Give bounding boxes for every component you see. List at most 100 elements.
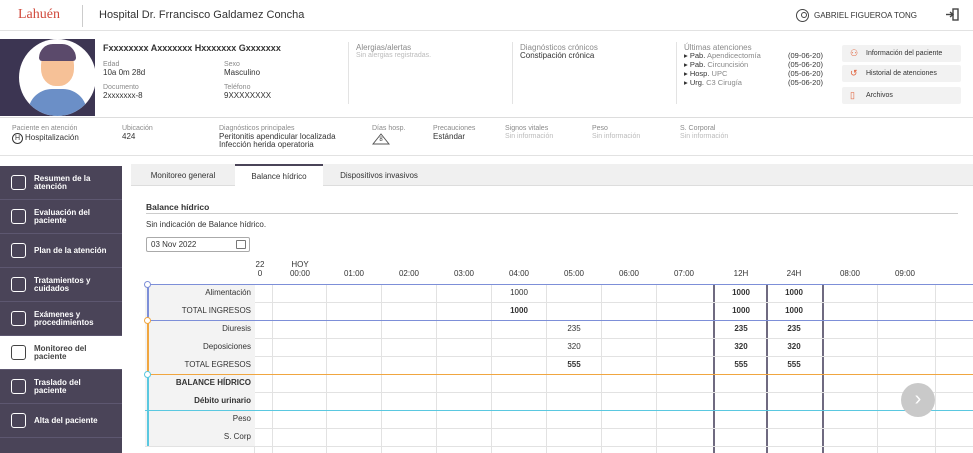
column-header: 01:00 (343, 269, 365, 278)
table-cell[interactable]: 235 (547, 320, 601, 338)
sidebar-item-examenes[interactable]: Exámenes y procedimientos (0, 302, 122, 336)
table-cell[interactable]: 1000 (492, 302, 546, 320)
tab-dispositivos-invasivos[interactable]: Dispositivos invasivos (323, 164, 435, 186)
table-cell[interactable]: 235 (767, 320, 821, 338)
chevron-right-icon[interactable]: › (901, 383, 935, 417)
allergies-section: Alergias/alertas Sin alergias registrada… (356, 43, 432, 60)
tab-bar: Monitoreo general Balance hídrico Dispos… (131, 164, 973, 187)
table-cell[interactable]: 1000 (767, 302, 821, 320)
sidebar-item-monitoreo[interactable]: Monitoreo del paciente (0, 336, 122, 370)
history-button[interactable]: ↺ Historial de atenciones (842, 65, 961, 82)
location: Ubicación 424 (122, 125, 153, 141)
evaluacion-icon (11, 209, 26, 224)
sidebar-item-evaluacion[interactable]: Evaluación del paciente (0, 200, 122, 234)
precautions: Precauciones Estándar (433, 125, 476, 141)
traslado-icon (11, 379, 26, 394)
balance-table: 22 0 HOY 00:00 01:00 02:00 03:00 04:00 05:00 06:0… (144, 258, 973, 453)
sidebar-item-resumen[interactable]: Resumen de la atención (0, 166, 122, 200)
date-picker[interactable]: 03 Nov 2022 (146, 237, 250, 252)
sidebar-item-traslado[interactable]: Traslado del paciente (0, 370, 122, 404)
row-label: Alimentación (145, 284, 255, 302)
table-cell[interactable]: 320 (767, 338, 821, 356)
table-cell[interactable]: 1000 (767, 284, 821, 302)
row-label: Débito urinario (145, 392, 255, 410)
recent-visits-section: Últimas atenciones ▸ Pab. Apendicectomía… (684, 44, 834, 88)
body-surface: S. Corporal Sin información (680, 125, 729, 140)
divider (676, 42, 677, 104)
hospital-days: Días hosp. 8 (372, 125, 406, 145)
calendar-icon[interactable] (236, 240, 246, 249)
tratamientos-icon (11, 277, 26, 292)
no-indication-note: Sin indicación de Balance hídrico. (146, 220, 267, 229)
table-cell[interactable]: 555 (767, 356, 821, 374)
weight: Peso Sin información (592, 125, 641, 140)
phone-field: Teléfono 9XXXXXXXX (224, 84, 272, 100)
column-header: 02:00 (398, 269, 420, 278)
sidebar-nav: Resumen de la atención Evaluación del pac… (0, 166, 122, 453)
divider (512, 42, 513, 104)
main-diagnoses: Diagnósticos principales Peritonitis ape… (219, 125, 336, 149)
row-label: TOTAL INGRESOS (145, 302, 255, 320)
table-cell[interactable]: 555 (547, 356, 601, 374)
file-icon: ▯ (850, 90, 855, 100)
hospital-badge: H (12, 133, 23, 144)
attention-context: Paciente en atención H Hospitalización Ub… (0, 118, 973, 156)
column-header: 06:00 (618, 269, 640, 278)
balance-marker (144, 371, 151, 378)
attention-type: Paciente en atención H Hospitalización (12, 125, 79, 144)
document-field: Documento 2xxxxxxx-8 (103, 84, 143, 100)
patient-header: Fxxxxxxxx Axxxxxxx Hxxxxxxx Gxxxxxxx Eda… (0, 31, 973, 118)
logout-icon[interactable] (946, 8, 959, 21)
row-divider (145, 446, 973, 447)
table-cell[interactable]: 1000 (714, 284, 768, 302)
sidebar-item-alta[interactable]: Alta del paciente (0, 404, 122, 438)
resumen-icon (11, 175, 26, 190)
user-menu[interactable]: GABRIEL FIGUEROA TONG (796, 9, 917, 22)
divider (348, 42, 349, 104)
ingresos-marker (144, 281, 151, 288)
patient-name: Fxxxxxxxx Axxxxxxx Hxxxxxxx Gxxxxxxx (103, 43, 281, 53)
column-header: 07:00 (673, 269, 695, 278)
divider (146, 213, 958, 214)
row-label: Peso (145, 410, 255, 428)
balance-bar (147, 374, 149, 446)
tab-monitoreo-general[interactable]: Monitoreo general (131, 164, 235, 186)
days-triangle-badge: 8 (372, 133, 390, 145)
avatar (19, 39, 96, 116)
row-label: Deposiciones (145, 338, 255, 356)
column-header: 05:00 (563, 269, 585, 278)
plan-icon (11, 243, 26, 258)
history-icon: ↺ (850, 68, 858, 78)
brand-logo[interactable]: Lahuén (18, 7, 60, 23)
row-divider (145, 302, 973, 303)
table-cell[interactable]: 320 (714, 338, 768, 356)
top-bar: Lahuén Hospital Dr. Frrancisco Galdamez … (0, 0, 973, 31)
today-label: HOY (291, 260, 309, 269)
tab-balance-hidrico[interactable]: Balance hídrico (235, 164, 323, 187)
column-header: 09:00 (894, 269, 916, 278)
sidebar-item-plan[interactable]: Plan de la atención (0, 234, 122, 268)
column-header: 08:00 (839, 269, 861, 278)
age-field: Edad 10a 0m 28d (103, 61, 146, 77)
egresos-marker (144, 317, 151, 324)
user-group-icon: ⚇ (850, 48, 859, 58)
table-cell[interactable]: 555 (714, 356, 768, 374)
section-title: Balance hídrico (146, 202, 210, 212)
hospital-name: Hospital Dr. Frrancisco Galdamez Concha (99, 9, 305, 21)
sidebar-item-tratamientos[interactable]: Tratamientos y cuidados (0, 268, 122, 302)
user-circle-icon (796, 9, 809, 22)
row-divider (145, 428, 973, 429)
column-header: 00:00 (289, 269, 311, 278)
row-label: BALANCE HÍDRICO (145, 374, 255, 392)
patient-info-button[interactable]: ⚇ Información del paciente (842, 45, 961, 62)
chronic-dx-section: Diagnósticos crónicos Constipación cróni… (520, 43, 598, 60)
table-cell[interactable]: 1000 (492, 284, 546, 302)
date-value: 03 Nov 2022 (151, 240, 197, 249)
table-cell[interactable]: 1000 (714, 302, 768, 320)
files-button[interactable]: ▯ Archivos (842, 87, 961, 104)
table-cell[interactable]: 320 (547, 338, 601, 356)
alta-icon (11, 413, 26, 428)
table-cell[interactable]: 235 (714, 320, 768, 338)
column-header: 12H (733, 269, 749, 278)
balance-line (145, 410, 973, 411)
